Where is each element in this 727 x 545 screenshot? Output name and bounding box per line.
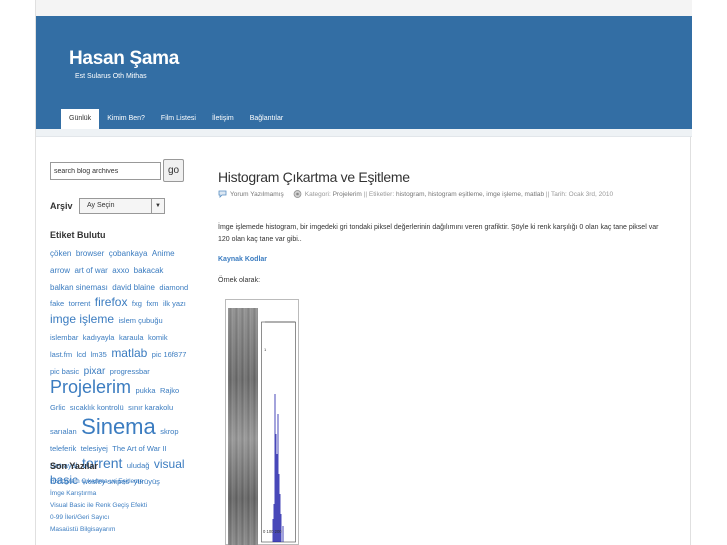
tag-link[interactable]: Projelerim [50,377,131,397]
nav-item-gunluk[interactable]: Günlük [61,109,100,129]
tag-link[interactable]: art of war [74,266,107,275]
post-tags-links[interactable]: histogram, histogram eşitleme, imge işle… [396,191,544,198]
dropdown-arrow-icon: ▼ [151,199,164,213]
tag-link[interactable]: pic 16f877 [152,350,187,359]
tag-link[interactable]: fxm [146,299,158,308]
category-label: Kategori: [304,191,331,198]
tag-link[interactable]: Sinema [81,414,156,439]
tag-link[interactable]: sınır karakolu [128,403,173,412]
sub-bar [36,129,692,137]
tag-link[interactable]: islem çubuğu [118,316,162,325]
post-title[interactable]: Histogram Çıkartma ve Eşitleme [218,169,410,185]
recent-posts-title: Son Yazılar [50,461,98,471]
tags-label: || Etiketler: [363,191,395,198]
tag-link[interactable]: balkan sineması [50,283,108,292]
plot-xlabel: 0 100 200 [263,529,282,534]
tag-link[interactable]: uludağ [127,461,150,470]
tag-link[interactable]: sıcaklık kontrolü [70,403,124,412]
date-label: || Tarih: [545,191,567,198]
tag-link[interactable]: kadıyayla [83,333,115,342]
recent-posts-list: Histogram Çıkartma ve Eşitleme İmge Karı… [50,476,147,536]
histogram-figure: 1 0 100 200 [225,299,299,545]
tag-link[interactable]: axxo [112,266,129,275]
archive-label: Arşiv [50,201,73,211]
tag-link[interactable]: sarıalan [50,427,77,436]
tag-link[interactable]: torrent [69,299,91,308]
site-header: Hasan Şama Est Sularus Oth Mithas Günlük… [36,16,692,129]
tag-link[interactable]: lm35 [91,350,107,359]
post-body: İmge işlemede histogram, bir imgedeki gr… [218,224,659,243]
tag-link[interactable]: fxg [132,299,142,308]
tag-link[interactable]: pukka [135,386,155,395]
tag-link[interactable]: telesiyej [81,444,108,453]
example-label: Örnek olarak: [218,277,261,284]
tag-link[interactable]: komik [148,333,168,342]
page-wrapper: Hasan Şama Est Sularus Oth Mithas Günlük… [35,0,692,545]
tag-link[interactable]: skrop [160,427,178,436]
recent-post-link[interactable]: Histogram Çıkartma ve Eşitleme [50,476,147,488]
recent-post-link[interactable]: İmge Karıştırma [50,488,147,500]
tag-link[interactable]: çöken [50,249,71,258]
tag-link[interactable]: last.fm [50,350,72,359]
search-button[interactable]: go [163,159,184,182]
tag-link[interactable]: teleferik [50,444,76,453]
tag-link[interactable]: david blaine [112,283,155,292]
tag-link[interactable]: matlab [111,346,147,360]
nav-item-iletisim[interactable]: İletişim [204,109,242,129]
recent-post-link[interactable]: 0-99 İleri/Geri Sayıcı [50,512,147,524]
comments-link[interactable]: Yorum Yazılmamış [230,191,284,198]
tag-link[interactable]: islembar [50,333,78,342]
tag-link[interactable]: karaula [119,333,144,342]
tag-link[interactable]: diamond [159,283,188,292]
site-title[interactable]: Hasan Şama [69,48,179,70]
tagcloud-title: Etiket Bulutu [50,230,106,240]
tag-link[interactable]: ilk yazı [163,299,186,308]
nav-item-baglantilar[interactable]: Bağlantılar [242,109,291,129]
tag-link[interactable]: progressbar [110,367,150,376]
tag-link[interactable]: lcd [77,350,87,359]
tag-link[interactable]: arrow [50,266,70,275]
category-link[interactable]: Projelerim [333,191,362,198]
tag-link[interactable]: pixar [84,366,106,377]
nav-item-kimim-ben[interactable]: Kimim Ben? [99,109,153,129]
category-icon [293,190,302,199]
tag-link[interactable]: firefox [95,295,128,309]
post-date: Ocak 3rd, 2010 [568,191,614,198]
search-input[interactable] [50,162,161,180]
top-strip [36,0,692,16]
tag-link[interactable]: çobankaya [109,249,148,258]
archive-select[interactable]: Ay Seçin ▼ [79,198,165,214]
site-description: Est Sularus Oth Mithas [75,73,147,80]
nav-item-film-listesi[interactable]: Film Listesi [153,109,204,129]
tag-cloud: çöken browser çobankaya Anime arrow art … [50,244,190,489]
tag-link[interactable]: imge işleme [50,312,114,326]
recent-post-link[interactable]: Masaüstü Bilgisayarım [50,524,147,536]
recent-post-link[interactable]: Visual Basic ile Renk Geçiş Efekti [50,500,147,512]
tag-link[interactable]: browser [76,249,104,258]
tag-link[interactable]: pic basic [50,367,79,376]
post-meta: Yorum Yazılmamış Kategori: Projelerim ||… [218,190,663,200]
source-code-link[interactable]: Kaynak Kodlar [218,256,267,263]
histogram-plot: 1 0 100 200 [261,321,296,543]
comment-icon [218,190,227,199]
main-nav: Günlük Kimim Ben? Film Listesi İletişim … [61,109,291,129]
tag-link[interactable]: fake [50,299,64,308]
archive-select-value: Ay Seçin [87,202,115,209]
tag-link[interactable]: bakacak [134,266,164,275]
tag-link[interactable]: Anime [152,249,175,258]
